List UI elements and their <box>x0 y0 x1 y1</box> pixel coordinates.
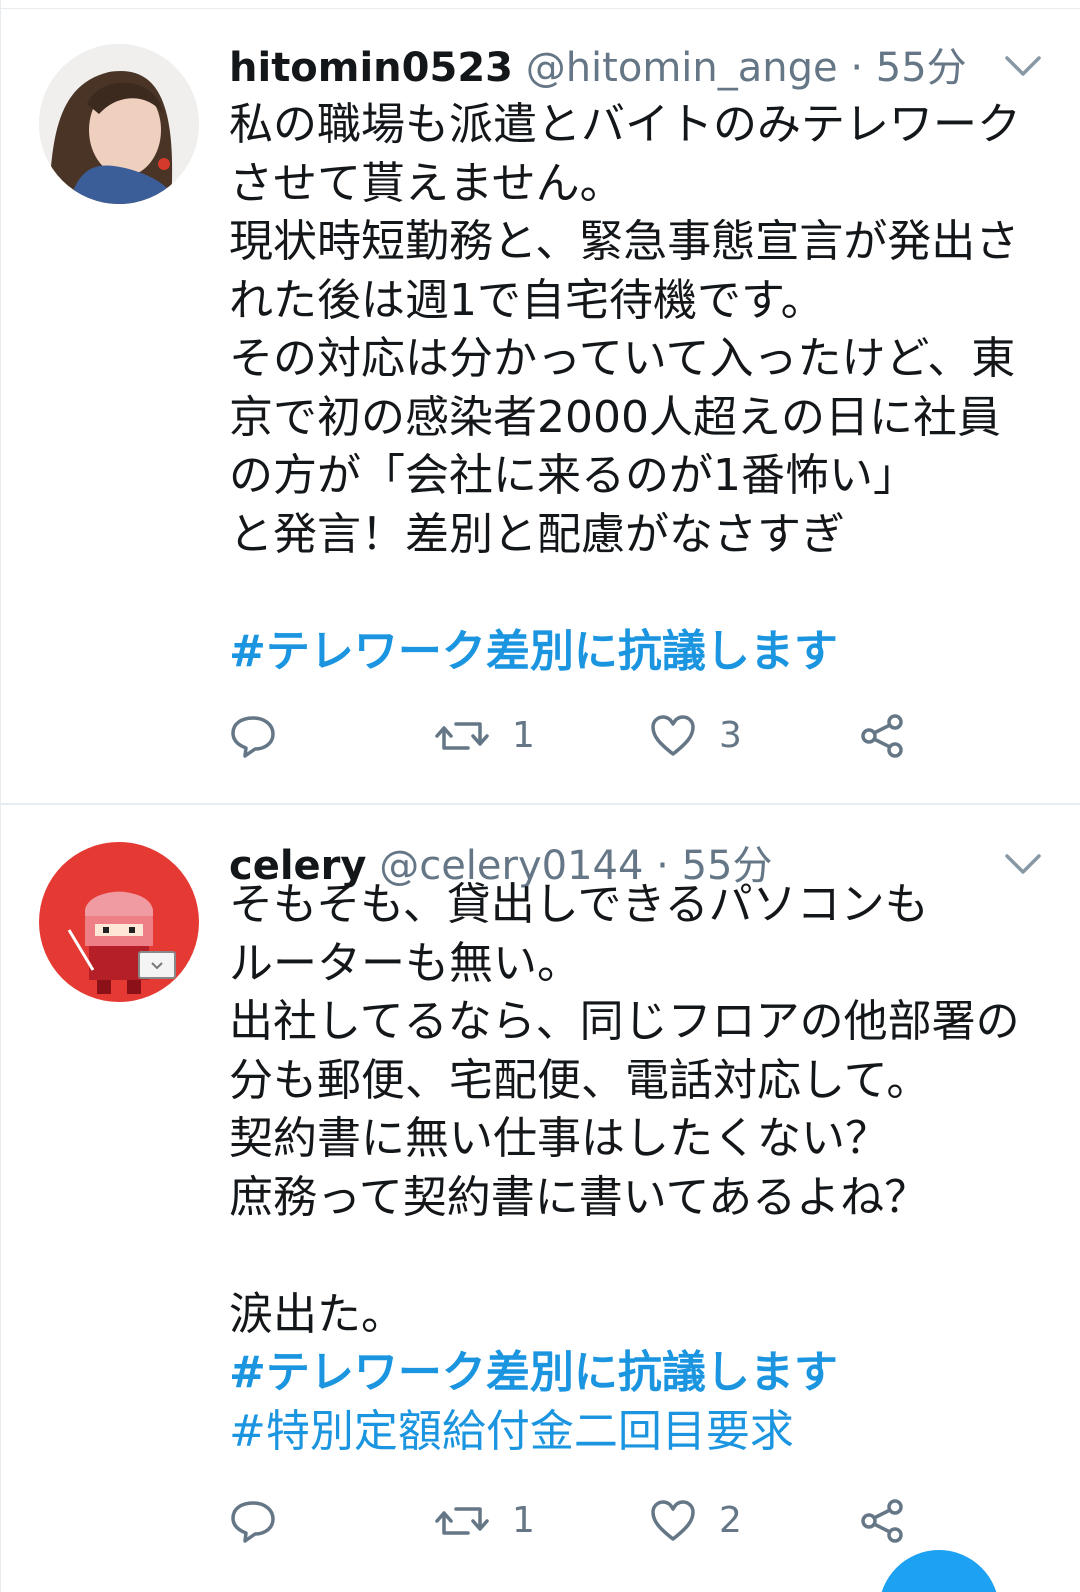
tweet-text-line: 私の職場も派遣とバイトのみテレワーク <box>229 99 1021 150</box>
share-icon <box>861 714 903 758</box>
tweet-text-line: と発言！差別と配慮がなさすぎ <box>229 508 845 560</box>
tweet-text-line: 庶務って契約書に書いてあるよね？ <box>229 1171 929 1223</box>
user-handle[interactable]: @hitomin_ange <box>526 45 838 91</box>
chevron-down-icon[interactable] <box>1003 52 1043 80</box>
tweet-text-line: の方が「会社に来るのが1番怖い」 <box>229 450 917 501</box>
tweet-actions: 1 3 <box>229 706 949 766</box>
avatar-photo <box>39 44 199 204</box>
like-button[interactable]: 2 <box>649 1491 742 1551</box>
share-button[interactable] <box>859 1491 907 1551</box>
reply-button[interactable] <box>229 1491 277 1551</box>
reply-button[interactable] <box>229 706 277 766</box>
timeline: hitomin0523 @hitomin_ange · 55分 私の職場も派遣と… <box>0 0 1080 1592</box>
hashtag-link[interactable]: #テレワーク差別に抗議します <box>229 623 1059 682</box>
tweet-text: 私の職場も派遣とバイトのみテレワーク させて貰えません。 現状時短勤務と、緊急事… <box>229 96 1059 681</box>
retweet-button[interactable]: 1 <box>434 706 535 766</box>
tweet-text-line: 涙出た。 <box>229 1288 405 1340</box>
avatar[interactable] <box>39 44 199 204</box>
tweet-text-line: ルーターも無い。 <box>229 937 581 989</box>
reply-icon <box>231 716 275 758</box>
retweet-button[interactable]: 1 <box>434 1491 535 1551</box>
like-count: 3 <box>719 715 742 756</box>
tweet-text-line: 京で初の感染者2000人超えの日に社員 <box>229 391 1001 443</box>
separator: · <box>850 45 864 91</box>
retweet-icon <box>435 722 489 750</box>
tweet-actions: 1 2 <box>229 1491 949 1551</box>
tweet-header: hitomin0523 @hitomin_ange · 55分 <box>229 40 991 96</box>
avatar[interactable] <box>39 842 199 1002</box>
tweet-text-line: そもそも、貸出しできるパソコンも <box>229 879 929 930</box>
tweet-text: そもそも、貸出しできるパソコンも ルーターも無い。 出社してるなら、同じフロアの… <box>229 876 1059 1461</box>
tweet[interactable]: celery @celery0144 · 55分 そもそも、貸出しできるパソコン… <box>1 806 1080 1592</box>
chevron-down-icon[interactable] <box>1003 850 1043 878</box>
avatar-ninja-illustration <box>39 842 199 1002</box>
tweet-text-line: その対応は分かっていて入ったけど、東 <box>229 333 1016 384</box>
share-icon <box>861 1499 903 1543</box>
tweet-text-line: 出社してるなら、同じフロアの他部署の <box>229 996 1020 1047</box>
tweet-text-line: 現状時短勤務と、緊急事態宣言が発出さ <box>229 216 1020 267</box>
heart-icon <box>651 1500 695 1541</box>
reply-icon <box>231 1501 275 1543</box>
like-count: 2 <box>719 1500 742 1541</box>
hashtag-link[interactable]: #テレワーク差別に抗議します <box>229 1344 1059 1403</box>
heart-icon <box>651 715 695 756</box>
tweet-text-line: 分も郵便、宅配便、電話対応して。 <box>229 1054 931 1106</box>
hashtag-link[interactable]: #特別定額給付金二回目要求 <box>229 1403 1059 1462</box>
retweet-count: 1 <box>512 715 535 756</box>
tweet-text-line: れた後は週1で自宅待機です。 <box>229 274 825 326</box>
tweet-text-line: させて貰えません。 <box>229 157 624 209</box>
share-button[interactable] <box>859 706 907 766</box>
like-button[interactable]: 3 <box>649 706 742 766</box>
timestamp[interactable]: 55分 <box>876 45 967 91</box>
tweet[interactable]: hitomin0523 @hitomin_ange · 55分 私の職場も派遣と… <box>1 8 1080 805</box>
tweet-text-line: 契約書に無い仕事はしたくない？ <box>229 1113 889 1164</box>
display-name[interactable]: hitomin0523 <box>229 45 513 91</box>
retweet-icon <box>435 1507 489 1535</box>
retweet-count: 1 <box>512 1500 535 1541</box>
